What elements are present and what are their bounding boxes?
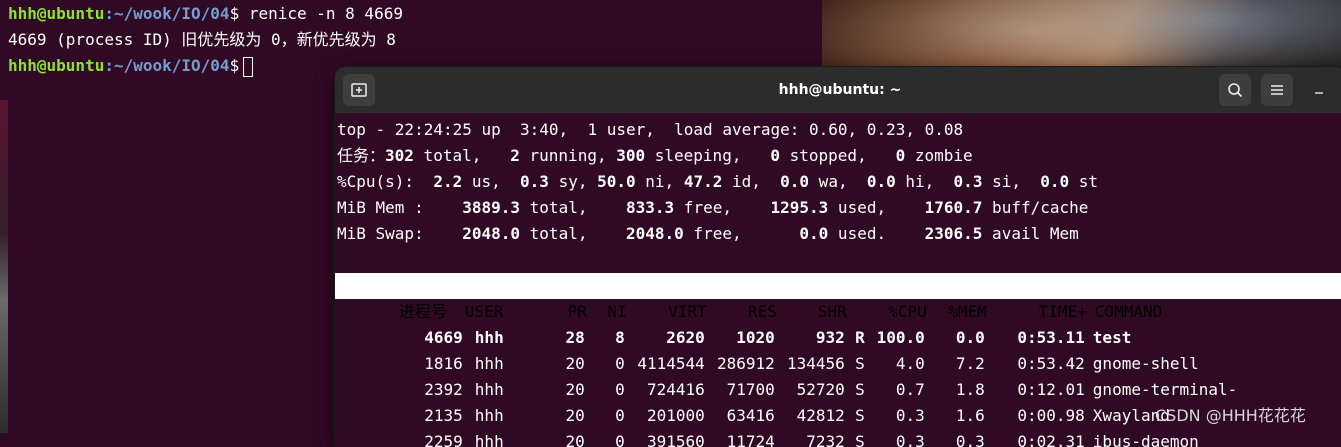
prompt-symbol: $ — [229, 4, 240, 23]
watermark: CSDN @HHH花花花 — [1155, 406, 1306, 425]
title-bar[interactable]: hhh@ubuntu: ~ — [335, 67, 1341, 113]
prompt-path: :~/wook/IO/04 — [104, 4, 230, 23]
terminal-line-prompt: hhh@ubuntu:~/wook/IO/04$ — [8, 54, 254, 78]
col-res: RES — [747, 302, 777, 321]
search-icon — [1228, 83, 1243, 98]
hamburger-menu-icon — [1271, 85, 1283, 95]
prompt-path: :~/wook/IO/04 — [104, 56, 230, 75]
top-output[interactable]: top - 22:24:25 up 3:40, 1 user, load ave… — [335, 117, 1341, 447]
top-swap-line: MiB Swap: 2048.0 total, 2048.0 free, 0.0… — [337, 224, 1079, 243]
col-pr: PR — [567, 302, 587, 321]
terminal-line-command: hhh@ubuntu:~/wook/IO/04$ renice -n 8 466… — [8, 2, 403, 26]
text-cursor[interactable] — [243, 56, 254, 77]
col-cpu: %CPU — [888, 302, 927, 321]
desktop-edge — [0, 100, 8, 433]
top-mem-line: MiB Mem : 3889.3 total, 833.3 free, 1295… — [337, 198, 1089, 217]
col-virt: VIRT — [668, 302, 707, 321]
window-title: hhh@ubuntu: ~ — [778, 82, 902, 98]
col-ni: NI — [607, 302, 627, 321]
col-mem: %MEM — [948, 302, 987, 321]
col-pid: 进程号 — [398, 302, 447, 321]
terminal-line-output: 4669 (process ID) 旧优先级为 0，新优先级为 8 — [8, 30, 396, 49]
top-cpu-line: %Cpu(s): 2.2 us, 0.3 sy, 50.0 ni, 47.2 i… — [337, 172, 1099, 191]
prompt-user: hhh@ubuntu — [8, 56, 105, 75]
process-table-header: 进程号 USER PR NI VIRT RES SHR %CPU %MEM TIME+ COMMAN… — [335, 273, 1341, 321]
col-command: COMMAND — [1094, 302, 1163, 321]
col-time: TIME+ — [1038, 302, 1087, 321]
prompt-symbol: $ — [229, 56, 240, 75]
typed-command: renice -n 8 4669 — [239, 4, 403, 23]
terminal-window[interactable]: hhh@ubuntu: ~ top - 22:24:25 up 3:40, 1 … — [335, 67, 1341, 447]
prompt-user: hhh@ubuntu — [8, 4, 105, 23]
minimize-icon — [1315, 92, 1323, 94]
col-shr: SHR — [817, 302, 847, 321]
search-button[interactable] — [1219, 74, 1251, 106]
menu-button[interactable] — [1261, 74, 1293, 106]
minimize-button[interactable] — [1309, 74, 1329, 106]
col-user: USER — [464, 302, 504, 321]
top-uptime-line: top - 22:24:25 up 3:40, 1 user, load ave… — [337, 120, 964, 139]
top-tasks-line: 任务：302 total, 2 running, 300 sleeping, 0… — [337, 146, 973, 165]
